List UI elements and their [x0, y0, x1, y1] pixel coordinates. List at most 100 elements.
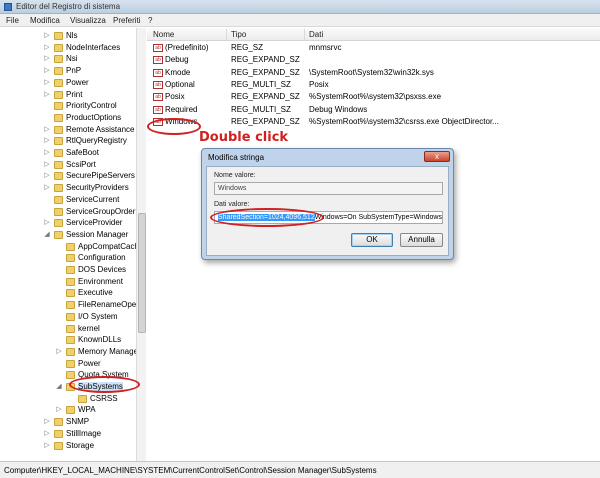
expand-arrow-icon[interactable]: ▷ [43, 149, 51, 157]
tree-item[interactable]: I/O System [0, 311, 145, 323]
column-dati[interactable]: Dati [309, 30, 323, 39]
value-data: \SystemRoot\System32\win32k.sys [309, 67, 434, 77]
tree-item-label: WPA [78, 405, 96, 415]
expand-arrow-icon[interactable]: ▷ [43, 184, 51, 192]
expand-arrow-icon[interactable]: ▷ [43, 55, 51, 63]
expander-placeholder [55, 371, 63, 379]
expand-arrow-icon[interactable]: ▷ [43, 161, 51, 169]
tree-scrollbar[interactable] [136, 28, 146, 461]
expand-arrow-icon[interactable]: ▷ [43, 137, 51, 145]
tree-item-label: ProductOptions [66, 112, 122, 122]
tree-item[interactable]: Power [0, 358, 145, 370]
expand-arrow-icon[interactable]: ▷ [43, 67, 51, 75]
column-nome[interactable]: Nome [153, 30, 174, 39]
column-tipo[interactable]: Tipo [231, 30, 246, 39]
tree-item[interactable]: ▷ Nsi [0, 53, 145, 65]
value-row[interactable]: ab Kmode REG_EXPAND_SZ \SystemRoot\System32… [147, 67, 600, 79]
tree-item[interactable]: ▷ Nls [0, 30, 145, 42]
tree-item[interactable]: ▷ Power [0, 77, 145, 89]
tree-item-label: Power [66, 77, 89, 87]
dialog-title: Modifica stringa [208, 153, 265, 162]
close-icon[interactable]: x [424, 151, 450, 162]
tree-item[interactable]: ▷ SNMP [0, 416, 145, 428]
value-name-label: Nome valore: [214, 172, 256, 179]
tree-item[interactable]: ▷ RtlQueryRegistry [0, 135, 145, 147]
folder-icon [54, 67, 63, 76]
expand-arrow-icon[interactable]: ▷ [43, 79, 51, 87]
menu-file[interactable]: File [6, 16, 19, 25]
menu-bar: File Modifica Visualizza Preferiti ? [0, 14, 600, 27]
tree-item[interactable]: ▷ Storage [0, 440, 145, 452]
tree-item[interactable]: ▷ ServiceProvider [0, 217, 145, 229]
ok-button[interactable]: OK [351, 233, 393, 247]
tree-item[interactable]: ▷ Remote Assistance [0, 124, 145, 136]
tree-item-label: kernel [78, 323, 100, 333]
tree-item[interactable]: CSRSS [0, 393, 145, 405]
tree-item[interactable]: AppCompatCache [0, 241, 145, 253]
tree-item[interactable]: kernel [0, 323, 145, 335]
expander-placeholder [55, 336, 63, 344]
tree-item[interactable]: ▷ StillImage [0, 428, 145, 440]
value-data: mnmsrvc [309, 43, 342, 52]
registry-tree[interactable]: ▷ Nls ▷ NodeInterfaces ▷ Nsi ▷ PnP ▷ Power ▷ Print P… [0, 28, 146, 461]
tree-item[interactable]: ◢ Session Manager [0, 229, 145, 241]
expand-arrow-icon[interactable]: ▷ [55, 348, 63, 356]
status-bar: Computer\HKEY_LOCAL_MACHINE\SYSTEM\Curre… [0, 461, 600, 478]
tree-item[interactable]: ▷ SecurePipeServers [0, 170, 145, 182]
tree-item[interactable]: Executive [0, 287, 145, 299]
tree-item[interactable]: ▷ PnP [0, 65, 145, 77]
expand-arrow-icon[interactable]: ▷ [43, 219, 51, 227]
folder-icon [66, 406, 75, 415]
value-data: Posix [309, 79, 329, 89]
expand-arrow-icon[interactable]: ▷ [43, 126, 51, 134]
expander-placeholder [55, 243, 63, 251]
tree-item[interactable]: KnownDLLs [0, 334, 145, 346]
folder-icon [66, 301, 75, 310]
expand-arrow-icon[interactable]: ▷ [55, 406, 63, 414]
tree-item[interactable]: DOS Devices [0, 264, 145, 276]
tree-item[interactable]: ▷ SecurityProviders [0, 182, 145, 194]
value-row[interactable]: ab Required REG_MULTI_SZ Debug Windows [147, 104, 600, 116]
menu-preferiti[interactable]: Preferiti [113, 16, 141, 25]
expand-arrow-icon[interactable]: ▷ [43, 91, 51, 99]
tree-item-label: SNMP [66, 417, 90, 427]
tree-item[interactable]: ▷ NodeInterfaces [0, 42, 145, 54]
expand-arrow-icon[interactable]: ▷ [43, 430, 51, 438]
value-row[interactable]: ab Optional REG_MULTI_SZ Posix [147, 79, 600, 91]
tree-item[interactable]: FileRenameOperations [0, 299, 145, 311]
tree-item[interactable]: ▷ ScsiPort [0, 159, 145, 171]
tree-item[interactable]: ServiceCurrent [0, 194, 145, 206]
tree-item[interactable]: ServiceGroupOrder [0, 206, 145, 218]
tree-item[interactable]: ▷Memory Management [0, 346, 145, 358]
menu-help[interactable]: ? [148, 16, 152, 25]
value-row[interactable]: ab Posix REG_EXPAND_SZ %SystemRoot%\system3… [147, 91, 600, 103]
collapse-arrow-icon[interactable]: ◢ [43, 231, 51, 239]
tree-item-label: Power [78, 358, 101, 368]
value-row[interactable]: ab Debug REG_EXPAND_SZ [147, 54, 600, 66]
menu-modifica[interactable]: Modifica [30, 16, 60, 25]
expand-arrow-icon[interactable]: ▷ [43, 442, 51, 450]
tree-item-label: DOS Devices [78, 265, 127, 274]
expand-arrow-icon[interactable]: ▷ [43, 418, 51, 426]
collapse-arrow-icon[interactable]: ◢ [55, 383, 63, 391]
folder-icon [54, 102, 63, 111]
expand-arrow-icon[interactable]: ▷ [43, 172, 51, 180]
folder-icon [54, 43, 63, 52]
tree-scrollbar-thumb[interactable] [138, 213, 146, 333]
tree-item[interactable]: Environment [0, 276, 145, 288]
cancel-button[interactable]: Annulla [400, 233, 443, 247]
tree-item[interactable]: ▷ Print [0, 89, 145, 101]
value-row[interactable]: ab (Predefinito) REG_SZ mnmsrvc [147, 42, 600, 54]
expand-arrow-icon[interactable]: ▷ [43, 32, 51, 40]
tree-item[interactable]: ProductOptions [0, 112, 145, 124]
tree-item[interactable]: PriorityControl [0, 100, 145, 112]
menu-visualizza[interactable]: Visualizza [70, 16, 106, 25]
status-path: Computer\HKEY_LOCAL_MACHINE\SYSTEM\Curre… [4, 466, 377, 475]
expand-arrow-icon[interactable]: ▷ [43, 44, 51, 52]
tree-item[interactable]: Configuration [0, 252, 145, 264]
value-name: Required [165, 104, 198, 114]
value-name-text: Windows [218, 185, 247, 192]
value-row[interactable]: ab Windows REG_EXPAND_SZ %SystemRoot%\syste… [147, 116, 600, 128]
tree-item[interactable]: ▷ SafeBoot [0, 147, 145, 159]
tree-item[interactable]: ▷ WPA [0, 404, 145, 416]
